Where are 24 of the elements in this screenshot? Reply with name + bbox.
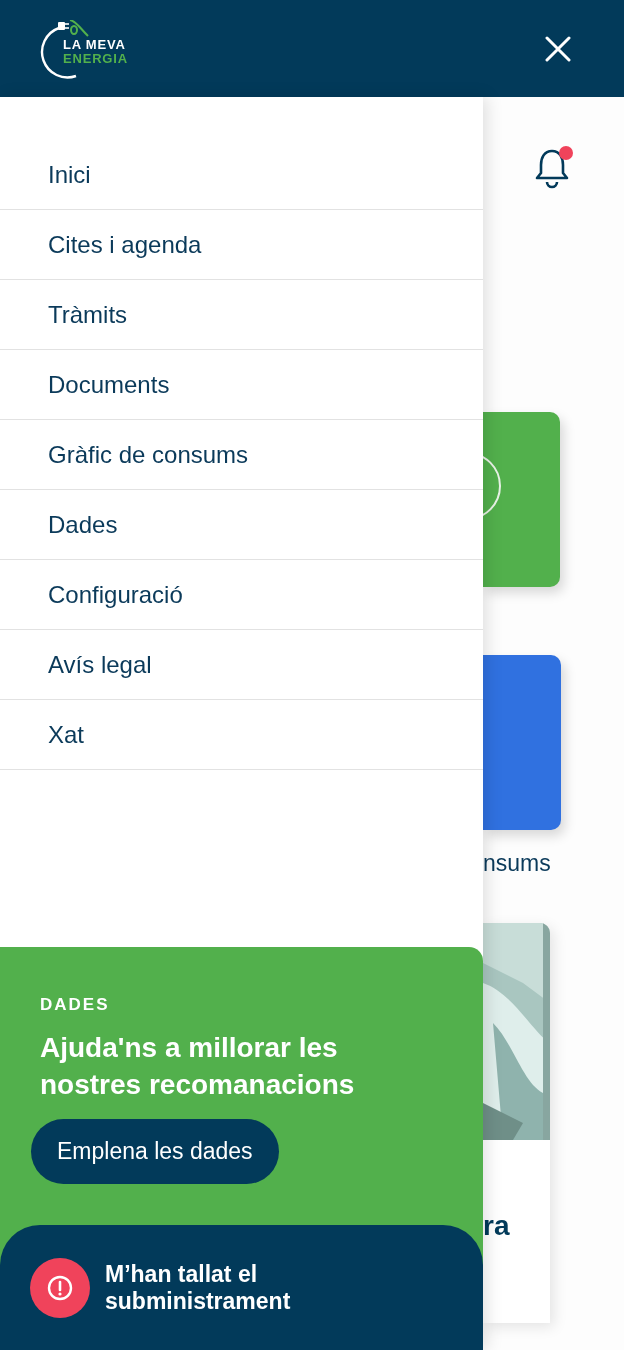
menu-item[interactable]: Cites i agenda	[0, 210, 483, 280]
menu-item[interactable]: Tràmits	[0, 280, 483, 350]
shortcut-tile[interactable]	[483, 412, 560, 587]
menu-item[interactable]: Inici	[0, 140, 483, 210]
close-icon[interactable]	[545, 35, 571, 62]
menu-item[interactable]: Avís legal	[0, 630, 483, 700]
tile-caption: nsums	[483, 850, 551, 877]
menu-item[interactable]: Configuració	[0, 560, 483, 630]
card-title: Ajuda'ns a millorar les nostres recomanacions	[40, 1031, 356, 1102]
warning-icon	[30, 1257, 90, 1318]
logo-text: ENERGIA	[63, 51, 128, 66]
card-label: DADES	[40, 995, 110, 1015]
article-title: ra	[483, 1210, 511, 1242]
logo-text: LA MEVA	[63, 37, 127, 52]
menu-item[interactable]: Xat	[0, 700, 483, 770]
fill-data-button[interactable]: Emplena les dades	[31, 1119, 279, 1184]
shortcut-tile[interactable]	[483, 655, 561, 830]
menu-item[interactable]: Gràfic de consums	[0, 420, 483, 490]
menu-item[interactable]: Documents	[0, 350, 483, 420]
menu-item[interactable]: Dades	[0, 490, 483, 560]
bell-icon[interactable]	[534, 145, 574, 189]
alert-text: M’han tallat el subministrament	[105, 1260, 292, 1315]
alert-panel[interactable]: M’han tallat el subministrament	[0, 1225, 483, 1350]
article-card[interactable]: ra	[483, 923, 550, 1323]
